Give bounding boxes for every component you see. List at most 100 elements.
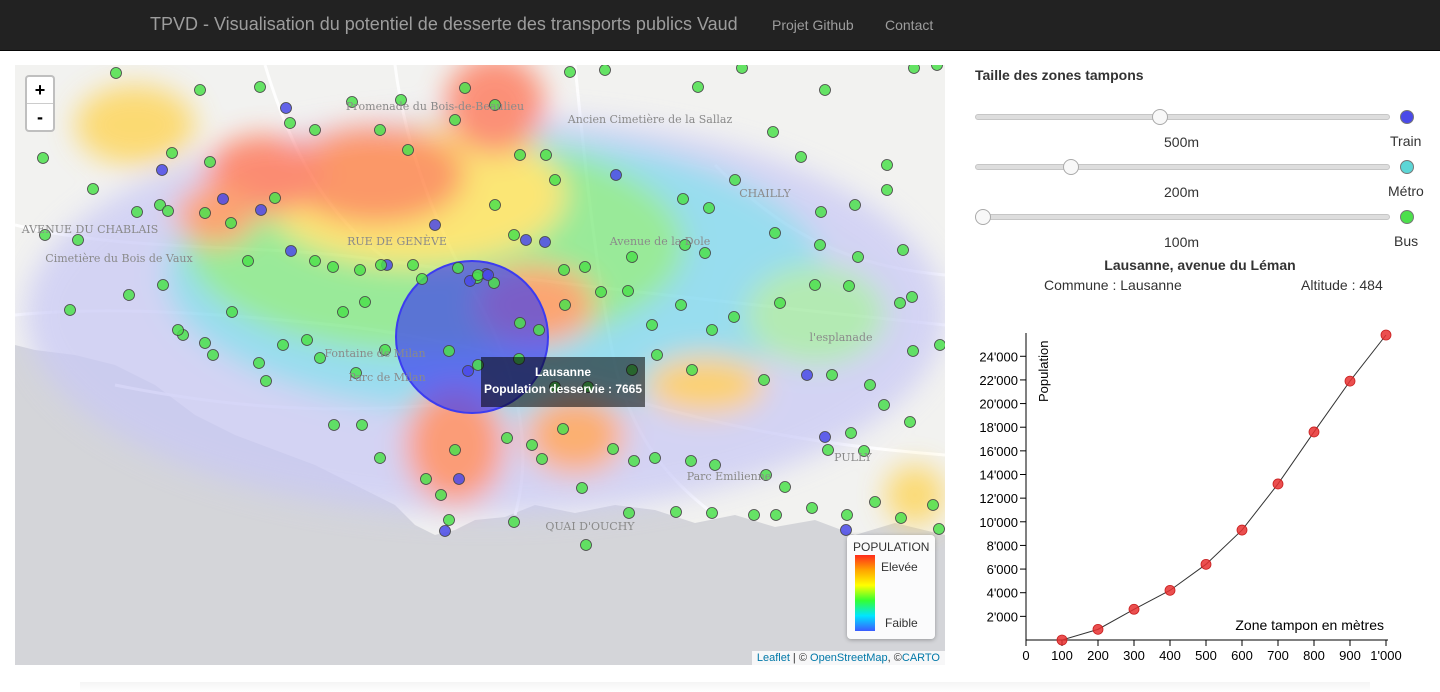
- transit-stop-marker[interactable]: [576, 482, 588, 494]
- transit-stop-marker[interactable]: [280, 102, 292, 114]
- transit-stop-marker[interactable]: [623, 507, 635, 519]
- transit-stop-marker[interactable]: [375, 259, 387, 271]
- transit-stop-marker[interactable]: [207, 349, 219, 361]
- transit-stop-marker[interactable]: [729, 174, 741, 186]
- transit-stop-marker[interactable]: [242, 255, 254, 267]
- transit-stop-marker[interactable]: [703, 202, 715, 214]
- transit-stop-marker[interactable]: [843, 280, 855, 292]
- transit-stop-marker[interactable]: [806, 502, 818, 514]
- data-point[interactable]: [1272, 478, 1284, 490]
- transit-stop-marker[interactable]: [904, 416, 916, 428]
- transit-stop-marker[interactable]: [692, 81, 704, 93]
- data-point[interactable]: [1380, 329, 1392, 341]
- transit-stop-marker[interactable]: [559, 299, 571, 311]
- transit-stop-marker[interactable]: [841, 509, 853, 521]
- transit-stop-marker[interactable]: [595, 286, 607, 298]
- transit-stop-marker[interactable]: [934, 339, 946, 351]
- transit-stop-marker[interactable]: [429, 219, 441, 231]
- data-point[interactable]: [1092, 623, 1104, 635]
- transit-stop-marker[interactable]: [407, 259, 419, 271]
- transit-stop-marker[interactable]: [472, 269, 484, 281]
- transit-stop-marker[interactable]: [131, 206, 143, 218]
- slider-metro-track[interactable]: [975, 164, 1390, 170]
- transit-stop-marker[interactable]: [87, 183, 99, 195]
- transit-stop-marker[interactable]: [533, 324, 545, 336]
- transit-stop-marker[interactable]: [526, 439, 538, 451]
- transit-stop-marker[interactable]: [610, 169, 622, 181]
- transit-stop-marker[interactable]: [927, 499, 939, 511]
- transit-stop-marker[interactable]: [123, 289, 135, 301]
- transit-stop-marker[interactable]: [881, 184, 893, 196]
- transit-stop-marker[interactable]: [579, 261, 591, 273]
- slider-train-handle[interactable]: [1152, 109, 1168, 125]
- transit-stop-marker[interactable]: [557, 423, 569, 435]
- transit-stop-marker[interactable]: [194, 84, 206, 96]
- transit-stop-marker[interactable]: [670, 506, 682, 518]
- slider-metro-handle[interactable]: [1063, 159, 1079, 175]
- transit-stop-marker[interactable]: [157, 279, 169, 291]
- transit-stop-marker[interactable]: [416, 273, 428, 285]
- transit-stop-marker[interactable]: [869, 496, 881, 508]
- transit-stop-marker[interactable]: [779, 481, 791, 493]
- transit-stop-marker[interactable]: [607, 443, 619, 455]
- transit-stop-marker[interactable]: [895, 512, 907, 524]
- transit-stop-marker[interactable]: [819, 431, 831, 443]
- transit-stop-marker[interactable]: [37, 152, 49, 164]
- transit-stop-marker[interactable]: [628, 455, 640, 467]
- transit-stop-marker[interactable]: [819, 84, 831, 96]
- transit-stop-marker[interactable]: [72, 234, 84, 246]
- transit-stop-marker[interactable]: [285, 245, 297, 257]
- transit-stop-marker[interactable]: [453, 473, 465, 485]
- data-point[interactable]: [1200, 558, 1212, 570]
- transit-stop-marker[interactable]: [508, 229, 520, 241]
- transit-stop-marker[interactable]: [675, 299, 687, 311]
- transit-stop-marker[interactable]: [520, 234, 532, 246]
- transit-stop-marker[interactable]: [337, 306, 349, 318]
- transit-stop-marker[interactable]: [728, 311, 740, 323]
- navbar-brand[interactable]: TPVD - Visualisation du potentiel de des…: [150, 14, 738, 35]
- osm-link[interactable]: OpenStreetMap: [810, 652, 888, 664]
- transit-stop-marker[interactable]: [908, 65, 920, 74]
- transit-stop-marker[interactable]: [255, 204, 267, 216]
- transit-stop-marker[interactable]: [482, 269, 494, 281]
- transit-stop-marker[interactable]: [301, 334, 313, 346]
- transit-stop-marker[interactable]: [374, 452, 386, 464]
- transit-stop-marker[interactable]: [706, 324, 718, 336]
- transit-stop-marker[interactable]: [840, 524, 852, 536]
- transit-stop-marker[interactable]: [801, 369, 813, 381]
- transit-stop-marker[interactable]: [462, 365, 474, 377]
- data-point[interactable]: [1308, 426, 1320, 438]
- transit-stop-marker[interactable]: [284, 117, 296, 129]
- transit-stop-marker[interactable]: [646, 319, 658, 331]
- transit-stop-marker[interactable]: [328, 419, 340, 431]
- transit-stop-marker[interactable]: [359, 296, 371, 308]
- transit-stop-marker[interactable]: [449, 444, 461, 456]
- transit-stop-marker[interactable]: [162, 205, 174, 217]
- transit-stop-marker[interactable]: [649, 452, 661, 464]
- transit-stop-marker[interactable]: [489, 199, 501, 211]
- transit-stop-marker[interactable]: [769, 227, 781, 239]
- transit-stop-marker[interactable]: [354, 264, 366, 276]
- map[interactable]: Promenade du Bois-de-Beaulieu Ancien Cime…: [15, 65, 945, 665]
- transit-stop-marker[interactable]: [260, 375, 272, 387]
- slider-bus-track[interactable]: [975, 214, 1390, 220]
- transit-stop-marker[interactable]: [774, 297, 786, 309]
- transit-stop-marker[interactable]: [327, 261, 339, 273]
- transit-stop-marker[interactable]: [356, 419, 368, 431]
- transit-stop-marker[interactable]: [217, 193, 229, 205]
- transit-stop-marker[interactable]: [767, 126, 779, 138]
- transit-stop-marker[interactable]: [156, 164, 168, 176]
- transit-stop-marker[interactable]: [686, 364, 698, 376]
- nav-link-contact[interactable]: Contact: [885, 17, 933, 33]
- transit-stop-marker[interactable]: [166, 147, 178, 159]
- transit-stop-marker[interactable]: [564, 66, 576, 78]
- slider-bus-handle[interactable]: [975, 209, 991, 225]
- transit-stop-marker[interactable]: [626, 251, 638, 263]
- transit-stop-marker[interactable]: [277, 339, 289, 351]
- slider-train-track[interactable]: [975, 114, 1390, 120]
- transit-stop-marker[interactable]: [814, 239, 826, 251]
- transit-stop-marker[interactable]: [852, 251, 864, 263]
- transit-stop-marker[interactable]: [894, 297, 906, 309]
- transit-stop-marker[interactable]: [878, 399, 890, 411]
- transit-stop-marker[interactable]: [420, 473, 432, 485]
